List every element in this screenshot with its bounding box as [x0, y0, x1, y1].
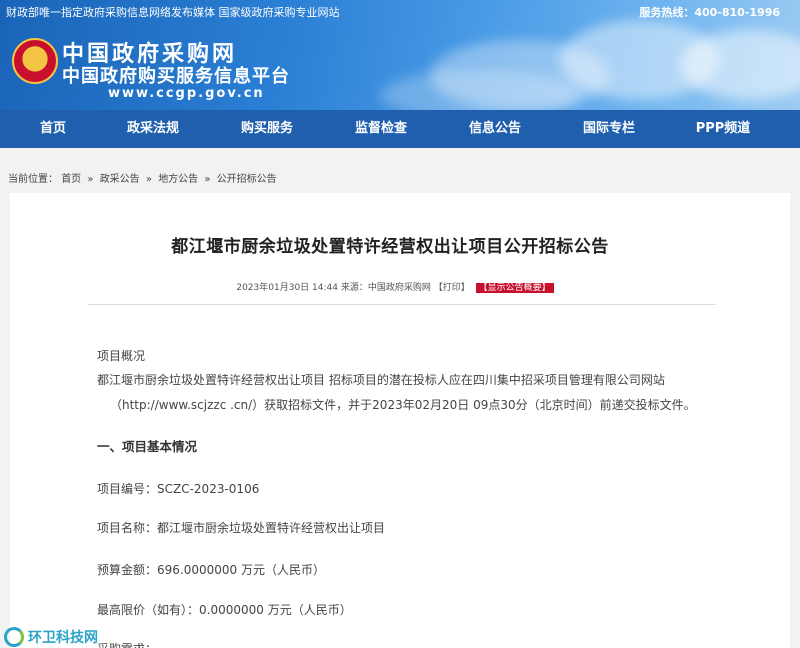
top-bar: 财政部唯一指定政府采购信息网络发布媒体 国家级政府采购专业网站 服务热线：400…: [0, 0, 800, 22]
project-name: 项目名称：都江堰市厨余垃圾处置特许经营权出让项目: [97, 521, 386, 535]
nav-item-ppp[interactable]: PPP频道: [678, 110, 768, 148]
site-header: 财政部唯一指定政府采购信息网络发布媒体 国家级政府采购专业网站 服务热线：400…: [0, 0, 800, 110]
overview-line-1: 都江堰市厨余垃圾处置特许经营权出让项目 招标项目的潜在投标人应在四川集中招采项目…: [97, 373, 665, 387]
article-date: 2023年01月30日 14:44: [236, 283, 338, 293]
breadcrumb-separator: »: [204, 174, 211, 185]
site-url: www.ccgp.gov.cn: [108, 86, 265, 101]
top-bar-slogan: 财政部唯一指定政府采购信息网络发布媒体 国家级政府采购专业网站: [6, 6, 340, 19]
main-nav: 首页 政采法规 购买服务 监督检查 信息公告 国际专栏 PPP频道: [0, 110, 800, 148]
emblem-star-icon: ★: [27, 46, 43, 65]
overview-heading: 项目概况: [97, 349, 146, 363]
breadcrumb-link-tender[interactable]: 公开招标公告: [217, 174, 277, 185]
overview-line-2: （http://www.scjzzc .cn/）获取招标文件，并于2023年02…: [110, 398, 696, 412]
section-heading-basic-info: 一、项目基本情况: [97, 439, 198, 454]
breadcrumb-separator: »: [145, 174, 152, 185]
watermark: 环卫科技网: [4, 626, 98, 648]
breadcrumb-separator: »: [87, 174, 94, 185]
watermark-text: 环卫科技网: [28, 630, 98, 646]
article-source: 来源：中国政府采购网: [340, 283, 431, 293]
watermark-logo-icon: [4, 627, 24, 647]
max-price: 最高限价（如有）：0.0000000 万元（人民币）: [97, 603, 352, 617]
budget-amount: 预算金额：696.0000000 万元（人民币）: [97, 563, 325, 577]
nav-item-home[interactable]: 首页: [8, 110, 98, 148]
nav-item-regulations[interactable]: 政采法规: [108, 110, 198, 148]
article-panel: [10, 193, 790, 648]
show-summary-button[interactable]: 【显示公告概要】: [475, 283, 554, 293]
breadcrumb-link-local[interactable]: 地方公告: [158, 174, 198, 185]
site-subtitle: 中国政府购买服务信息平台: [62, 66, 290, 87]
nav-item-international[interactable]: 国际专栏: [564, 110, 654, 148]
breadcrumb-link-notices[interactable]: 政采公告: [100, 174, 140, 185]
project-number: 项目编号：SCZC-2023-0106: [97, 482, 260, 496]
service-hotline: 服务热线：400-810-1996: [639, 6, 780, 19]
breadcrumb-link-home[interactable]: 首页: [61, 174, 81, 185]
breadcrumb: 当前位置： 首页 » 政采公告 » 地方公告 » 公开招标公告: [8, 170, 277, 185]
national-emblem-icon[interactable]: ★: [12, 38, 58, 84]
article-title: 都江堰市厨余垃圾处置特许经营权出让项目公开招标公告: [171, 237, 609, 257]
breadcrumb-prefix: 当前位置：: [8, 174, 58, 185]
print-link[interactable]: 【打印】: [434, 283, 470, 293]
nav-item-purchase-services[interactable]: 购买服务: [222, 110, 312, 148]
title-divider: [88, 304, 716, 305]
article-meta: 2023年01月30日 14:44 来源：中国政府采购网 【打印】 【显示公告概…: [0, 280, 790, 293]
header-cloud: [680, 30, 800, 100]
nav-item-announcements[interactable]: 信息公告: [450, 110, 540, 148]
procurement-requirements: 采购需求：: [97, 640, 157, 648]
nav-item-supervision[interactable]: 监督检查: [336, 110, 426, 148]
